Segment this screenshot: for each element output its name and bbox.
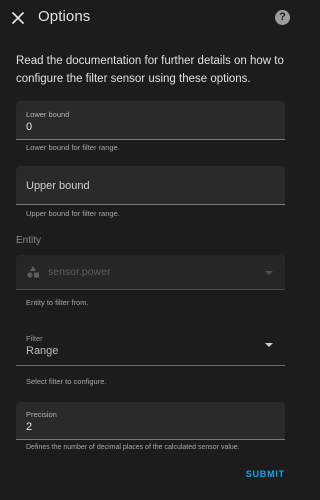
precision-field[interactable]: Precision 2 — [16, 402, 285, 440]
precision-label: Precision — [26, 410, 57, 419]
submit-button[interactable]: SUBMIT — [246, 469, 285, 479]
lower-bound-field[interactable]: Lower bound 0 — [16, 101, 285, 140]
filter-label: Filter — [26, 334, 43, 343]
upper-bound-field[interactable]: Upper bound — [16, 166, 285, 205]
help-icon[interactable]: ? — [275, 10, 290, 25]
lower-bound-value: 0 — [26, 121, 33, 133]
dialog-title: Options — [38, 8, 91, 25]
filter-helper: Select filter to configure. — [26, 377, 107, 386]
entity-picker[interactable]: sensor.power — [16, 255, 285, 290]
precision-helper: Defines the number of decimal places of … — [26, 444, 240, 451]
lower-bound-label: Lower bound — [26, 110, 70, 119]
close-icon[interactable] — [9, 9, 27, 27]
filter-dropdown-icon — [265, 343, 273, 347]
shapes-icon — [26, 265, 40, 279]
entity-value: sensor.power — [48, 266, 111, 278]
entity-helper: Entity to filter from. — [26, 298, 89, 307]
precision-value: 2 — [26, 421, 33, 433]
filter-value: Range — [26, 345, 59, 357]
filter-select[interactable]: Filter Range — [16, 325, 285, 366]
upper-bound-helper: Upper bound for filter range. — [26, 209, 120, 218]
upper-bound-placeholder: Upper bound — [26, 180, 90, 192]
options-dialog: Options ? Read the documentation for fur… — [0, 0, 301, 500]
entity-section-label: Entity — [16, 235, 42, 246]
dialog-header: Options ? — [0, 0, 301, 36]
lower-bound-helper: Lower bound for filter range. — [26, 143, 120, 152]
entity-dropdown-icon — [265, 271, 273, 275]
intro-text: Read the documentation for further detai… — [16, 55, 284, 85]
